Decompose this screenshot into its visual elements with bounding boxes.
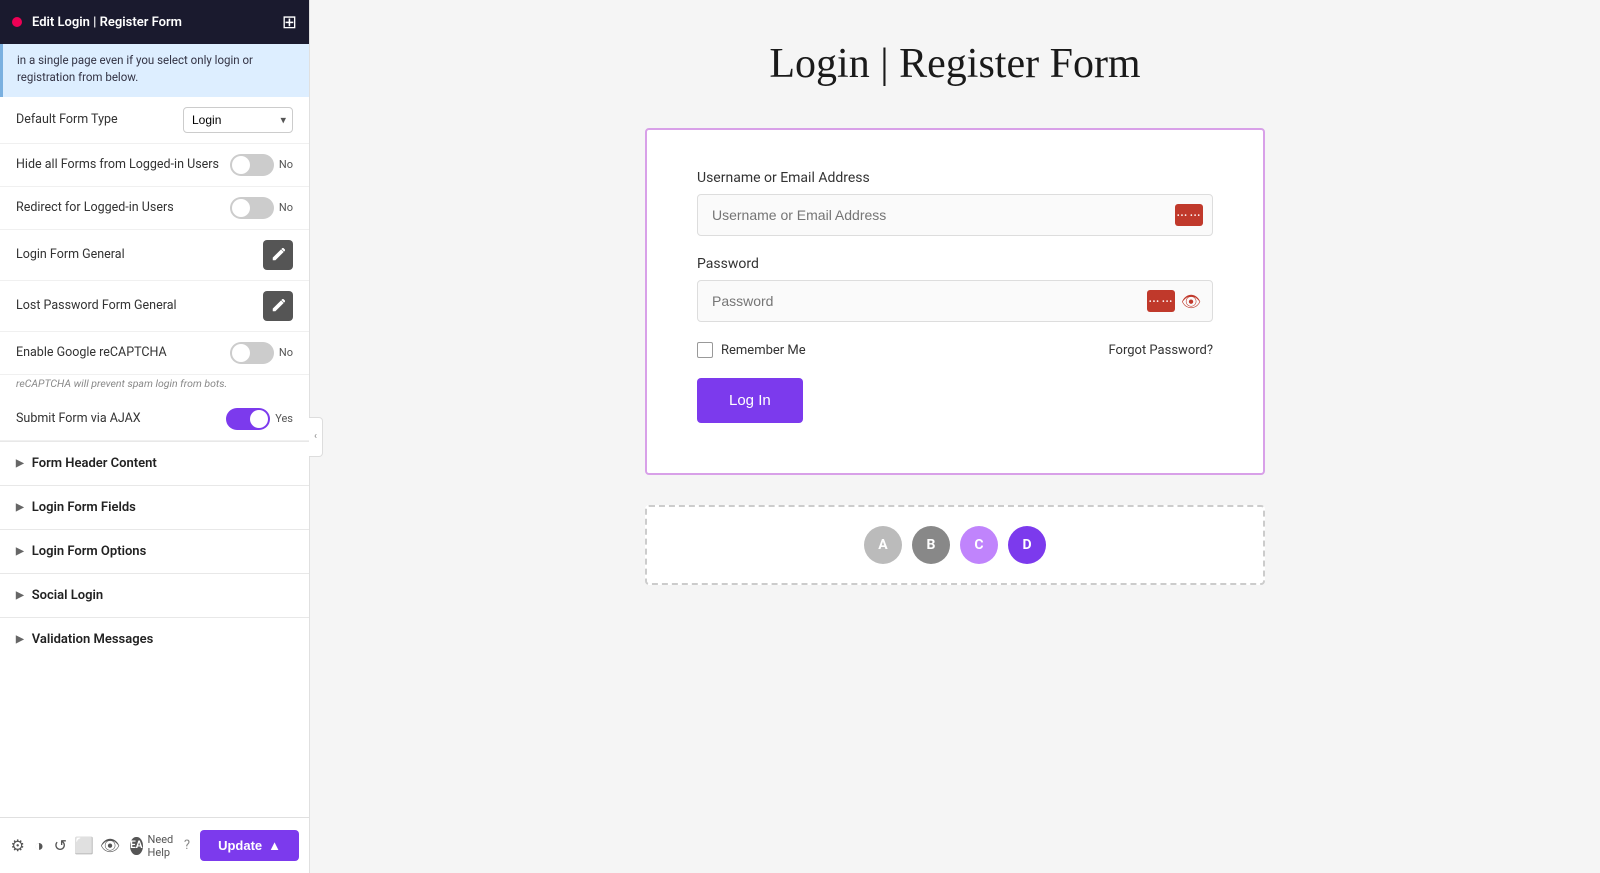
default-form-type-select[interactable]: Login Register <box>183 107 293 133</box>
submit-ajax-toggle-wrap: Yes <box>226 408 293 430</box>
accordion-form-header-toggle[interactable]: ▶ Form Header Content <box>0 442 309 485</box>
accordion-validation-messages-label: Validation Messages <box>32 632 154 647</box>
accordion-form-header-label: Form Header Content <box>32 456 157 471</box>
chevron-right-icon-3: ▶ <box>16 546 24 557</box>
chevron-up-icon: ▲ <box>268 838 281 853</box>
enable-recaptcha-toggle[interactable] <box>230 342 274 364</box>
accordion-social-login: ▶ Social Login <box>0 573 309 617</box>
enable-recaptcha-value: No <box>279 346 293 359</box>
chevron-right-icon-5: ▶ <box>16 634 24 645</box>
forgot-password-link[interactable]: Forgot Password? <box>1108 343 1213 358</box>
default-form-type-label: Default Form Type <box>16 112 183 127</box>
remember-me-label: Remember Me <box>721 343 806 358</box>
hide-logged-in-row: Hide all Forms from Logged-in Users No <box>0 144 309 187</box>
accordion-login-form-fields-label: Login Form Fields <box>32 500 136 515</box>
lost-password-form-general-edit-button[interactable] <box>263 291 293 321</box>
page-title: Login | Register Form <box>769 40 1140 88</box>
submit-ajax-toggle[interactable] <box>226 408 270 430</box>
username-icon-btn[interactable] <box>1175 204 1203 226</box>
login-form-container: Username or Email Address Password 👁 <box>645 128 1265 475</box>
username-dots-icon[interactable] <box>1175 204 1203 226</box>
login-form-general-label: Login Form General <box>16 247 263 262</box>
login-form-general-edit-button[interactable] <box>263 240 293 270</box>
username-label: Username or Email Address <box>697 170 1213 186</box>
need-help-avatar: EA <box>130 837 142 855</box>
redirect-logged-in-label: Redirect for Logged-in Users <box>16 200 230 215</box>
remember-left: Remember Me <box>697 342 806 358</box>
topbar-dot <box>12 17 22 27</box>
lost-password-form-general-row: Lost Password Form General <box>0 281 309 332</box>
need-help-label: Need Help <box>148 833 179 859</box>
eye-icon[interactable]: 👁 <box>100 830 120 862</box>
chevron-right-icon: ▶ <box>16 458 24 469</box>
accordion-login-form-fields: ▶ Login Form Fields <box>0 485 309 529</box>
circle-btn-3[interactable]: C <box>960 526 998 564</box>
password-eye-icon[interactable]: 👁 <box>1179 289 1203 313</box>
redirect-logged-in-value: No <box>279 201 293 214</box>
bottom-bar: ⚙ ◑ ↺ ⬜ 👁 EA Need Help ? Update ▲ <box>0 817 309 873</box>
info-banner: in a single page even if you select only… <box>0 44 309 97</box>
password-input[interactable] <box>697 280 1213 322</box>
enable-recaptcha-row: Enable Google reCAPTCHA No <box>0 332 309 375</box>
login-form-general-row: Login Form General <box>0 230 309 281</box>
accordion-login-form-options-label: Login Form Options <box>32 544 147 559</box>
enable-recaptcha-toggle-wrap: No <box>230 342 293 364</box>
grid-icon[interactable]: ⊞ <box>282 12 297 33</box>
settings-icon[interactable]: ⚙ <box>10 830 25 862</box>
default-form-type-row: Default Form Type Login Register <box>0 97 309 144</box>
chevron-right-icon-4: ▶ <box>16 590 24 601</box>
redirect-logged-in-toggle-wrap: No <box>230 197 293 219</box>
history-icon[interactable]: ↺ <box>53 830 68 862</box>
accordion-validation-messages-toggle[interactable]: ▶ Validation Messages <box>0 618 309 661</box>
login-button[interactable]: Log In <box>697 378 803 423</box>
dashed-box: A B C D <box>645 505 1265 585</box>
lost-password-form-general-label: Lost Password Form General <box>16 298 263 313</box>
hide-logged-in-toggle-wrap: No <box>230 154 293 176</box>
password-dots-icon[interactable] <box>1147 290 1175 312</box>
update-button[interactable]: Update ▲ <box>200 830 299 861</box>
redirect-logged-in-toggle[interactable] <box>230 197 274 219</box>
enable-recaptcha-label: Enable Google reCAPTCHA <box>16 345 230 360</box>
circle-btn-1[interactable]: A <box>864 526 902 564</box>
circle-btn-4[interactable]: D <box>1008 526 1046 564</box>
sidebar: Edit Login | Register Form ⊞ in a single… <box>0 0 310 873</box>
need-help-link[interactable]: EA Need Help ? <box>126 833 194 859</box>
submit-ajax-row: Submit Form via AJAX Yes <box>0 398 309 441</box>
hide-logged-in-label: Hide all Forms from Logged-in Users <box>16 157 230 172</box>
topbar: Edit Login | Register Form ⊞ <box>0 0 309 44</box>
chevron-right-icon-2: ▶ <box>16 502 24 513</box>
username-input[interactable] <box>697 194 1213 236</box>
password-icon-wrap: 👁 <box>1147 289 1203 313</box>
pages-icon[interactable]: ⬜ <box>74 830 94 862</box>
accordion-form-header: ▶ Form Header Content <box>0 441 309 485</box>
topbar-title: Edit Login | Register Form <box>32 15 272 30</box>
accordion-login-form-options-toggle[interactable]: ▶ Login Form Options <box>0 530 309 573</box>
password-label: Password <box>697 256 1213 272</box>
redirect-logged-in-row: Redirect for Logged-in Users No <box>0 187 309 230</box>
accordion-social-login-label: Social Login <box>32 588 103 603</box>
accordion-login-form-fields-toggle[interactable]: ▶ Login Form Fields <box>0 486 309 529</box>
submit-ajax-value: Yes <box>275 412 293 425</box>
help-circle-icon: ? <box>184 838 190 853</box>
password-field-wrap: 👁 <box>697 280 1213 322</box>
sidebar-content: Default Form Type Login Register Hide al… <box>0 97 309 873</box>
layers-icon[interactable]: ◑ <box>31 830 46 862</box>
recaptcha-note: reCAPTCHA will prevent spam login from b… <box>0 375 309 398</box>
username-field-wrap <box>697 194 1213 236</box>
circle-btn-2[interactable]: B <box>912 526 950 564</box>
default-form-type-select-wrapper: Login Register <box>183 107 293 133</box>
main-area: Login | Register Form Username or Email … <box>310 0 1600 873</box>
accordion-social-login-toggle[interactable]: ▶ Social Login <box>0 574 309 617</box>
accordion-login-form-options: ▶ Login Form Options <box>0 529 309 573</box>
submit-ajax-label: Submit Form via AJAX <box>16 411 226 426</box>
sidebar-collapse-button[interactable]: ‹ <box>309 417 323 457</box>
update-label: Update <box>218 838 262 853</box>
hide-logged-in-toggle[interactable] <box>230 154 274 176</box>
remember-row: Remember Me Forgot Password? <box>697 342 1213 358</box>
remember-me-checkbox[interactable] <box>697 342 713 358</box>
accordion-validation-messages: ▶ Validation Messages <box>0 617 309 661</box>
hide-logged-in-value: No <box>279 158 293 171</box>
